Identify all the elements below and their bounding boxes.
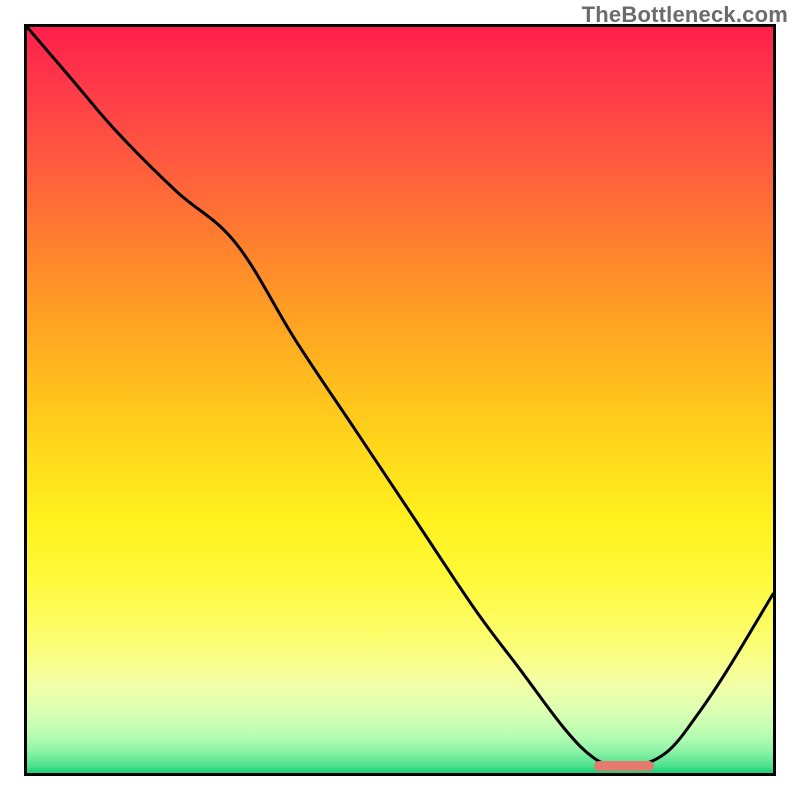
curve-svg <box>27 27 773 773</box>
bottleneck-curve <box>27 27 773 767</box>
minimum-marker <box>594 761 654 771</box>
plot-area <box>24 24 776 776</box>
chart-container: TheBottleneck.com <box>0 0 800 800</box>
watermark-text: TheBottleneck.com <box>582 2 788 28</box>
